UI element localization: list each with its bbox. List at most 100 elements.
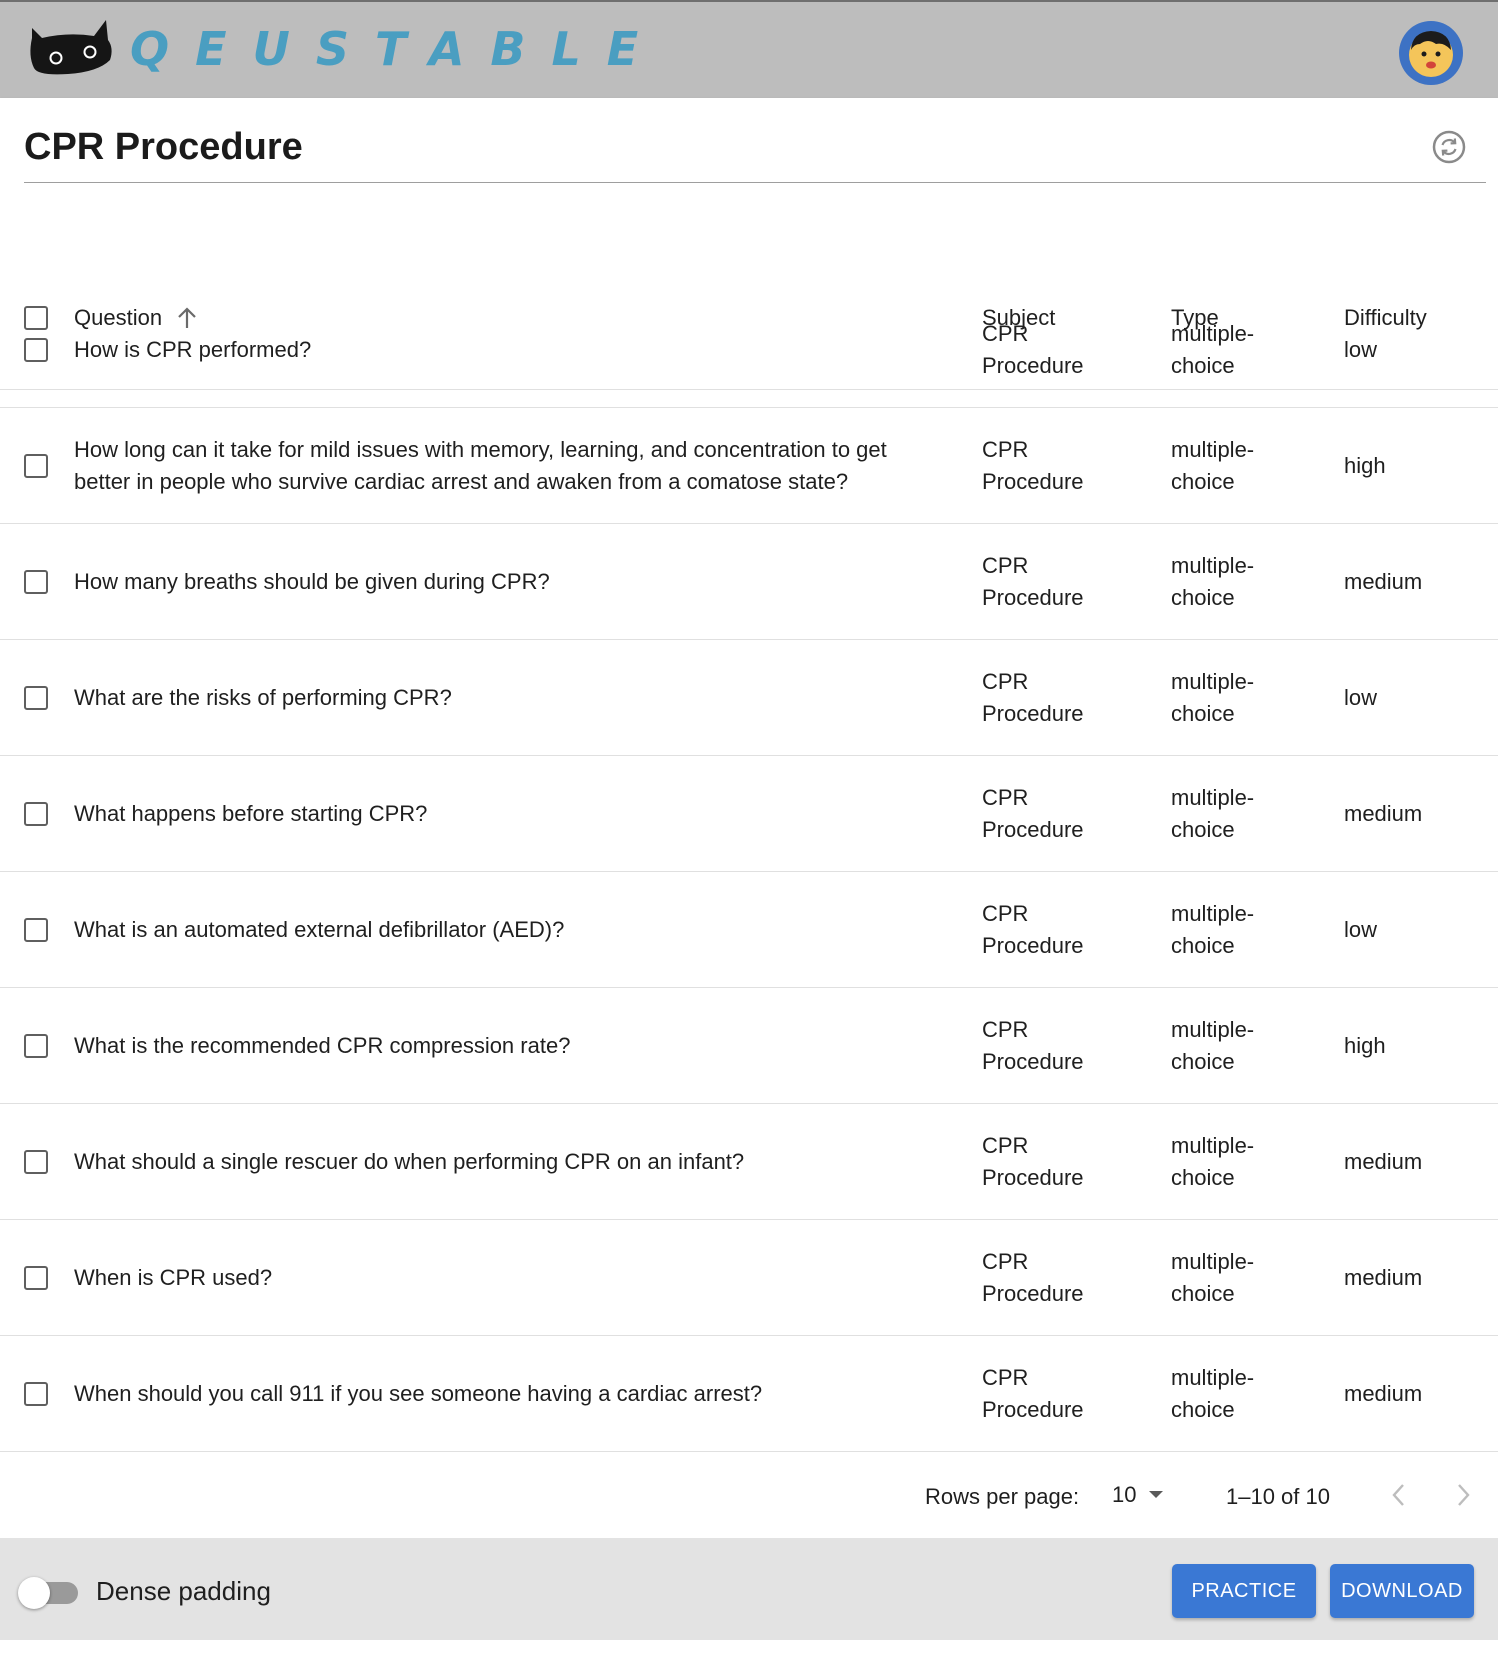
row-checkbox[interactable] — [24, 338, 48, 362]
type-cell-line: multiple- — [1171, 1133, 1255, 1158]
question-cell: What is the recommended CPR compression … — [74, 1030, 570, 1062]
table-row[interactable]: When should you call 911 if you see some… — [0, 1336, 1498, 1452]
table-row[interactable]: When is CPR used? CPR Procedure multiple-ch… — [0, 1220, 1498, 1336]
footer-bar: Dense padding PRACTICE DOWNLOAD — [0, 1538, 1498, 1640]
subject-cell-line: Procedure — [982, 469, 1084, 494]
subject-cell: CPR Procedure — [982, 1014, 1084, 1078]
rows-per-page-select[interactable]: 10 — [1110, 1478, 1172, 1512]
difficulty-cell-line: medium — [1344, 801, 1423, 826]
refresh-icon — [1432, 130, 1466, 164]
table-row[interactable]: What is an automated external defibrilla… — [0, 872, 1498, 988]
table-row[interactable]: How is CPR performed? CPR Procedure multipl… — [0, 292, 1498, 408]
difficulty-cell-line: medium — [1344, 1381, 1423, 1406]
difficulty-cell: low — [1344, 682, 1377, 714]
difficulty-cell: medium — [1344, 1146, 1422, 1178]
type-cell-line: choice — [1171, 1281, 1235, 1306]
subject-cell-line: Procedure — [982, 701, 1084, 726]
type-cell-line: choice — [1171, 701, 1235, 726]
chevron-left-icon[interactable] — [1388, 1482, 1410, 1508]
download-button[interactable]: DOWNLOAD — [1330, 1564, 1474, 1618]
question-cell: How long can it take for mild issues wit… — [74, 434, 887, 498]
row-checkbox[interactable] — [24, 1266, 48, 1290]
page-range-label: 1–10 of 10 — [1226, 1484, 1330, 1509]
subject-cell-line: CPR — [982, 1249, 1029, 1274]
user-avatar[interactable] — [1398, 20, 1464, 86]
type-cell: multiple-choice — [1171, 1246, 1254, 1310]
type-cell-line: multiple- — [1171, 321, 1255, 346]
table-row[interactable]: What is the recommended CPR compression … — [0, 988, 1498, 1104]
type-cell-line: choice — [1171, 1049, 1235, 1074]
question-cell: How is CPR performed? — [74, 334, 311, 366]
type-cell-line: choice — [1171, 585, 1235, 610]
chevron-right-icon[interactable] — [1452, 1482, 1474, 1508]
type-cell-line: multiple- — [1171, 1249, 1255, 1274]
table-row[interactable]: How long can it take for mild issues wit… — [0, 408, 1498, 524]
subject-cell-line: Procedure — [982, 1281, 1084, 1306]
row-checkbox[interactable] — [24, 454, 48, 478]
row-checkbox[interactable] — [24, 1150, 48, 1174]
subject-cell: CPR Procedure — [982, 898, 1084, 962]
caret-down-icon — [1149, 1491, 1163, 1498]
question-cell: How many breaths should be given during … — [74, 566, 550, 598]
type-cell: multiple-choice — [1171, 318, 1254, 382]
difficulty-cell: high — [1344, 450, 1386, 482]
question-cell: When should you call 911 if you see some… — [74, 1378, 762, 1410]
practice-button[interactable]: PRACTICE — [1172, 1564, 1316, 1618]
difficulty-cell-line: low — [1344, 917, 1378, 942]
user-avatar-icon — [1399, 21, 1463, 85]
question-cell: What happens before starting CPR? — [74, 798, 427, 830]
type-cell-line: multiple- — [1171, 553, 1255, 578]
type-cell: multiple-choice — [1171, 1130, 1254, 1194]
row-checkbox[interactable] — [24, 1034, 48, 1058]
subject-cell: CPR Procedure — [982, 666, 1084, 730]
question-cell-line: How long can it take for mild issues wit… — [74, 437, 887, 462]
subject-cell-line: Procedure — [982, 933, 1084, 958]
difficulty-cell-line: low — [1344, 685, 1378, 710]
rows-per-page-label: Rows per page: — [925, 1484, 1080, 1509]
difficulty-cell-line: high — [1344, 1033, 1386, 1058]
subject-cell-line: CPR — [982, 669, 1029, 694]
type-cell-line: multiple- — [1171, 669, 1255, 694]
question-cell-line: When should you call 911 if you see some… — [74, 1381, 763, 1406]
type-cell: multiple-choice — [1171, 1014, 1254, 1078]
subject-cell-line: Procedure — [982, 585, 1084, 610]
table-row[interactable]: What happens before starting CPR? CPR Proc… — [0, 756, 1498, 872]
difficulty-cell-line: high — [1344, 453, 1386, 478]
table-row[interactable]: What are the risks of performing CPR? CPR… — [0, 640, 1498, 756]
row-checkbox[interactable] — [24, 686, 48, 710]
row-checkbox[interactable] — [24, 1382, 48, 1406]
type-cell-line: choice — [1171, 817, 1235, 842]
subject-cell: CPR Procedure — [982, 1246, 1084, 1310]
page-title: CPR Procedure — [24, 126, 303, 168]
subject-cell: CPR Procedure — [982, 782, 1084, 846]
type-cell-line: choice — [1171, 353, 1235, 378]
type-cell-line: multiple- — [1171, 1017, 1255, 1042]
difficulty-cell: medium — [1344, 798, 1422, 830]
type-cell-line: choice — [1171, 1165, 1235, 1190]
subject-cell-line: CPR — [982, 321, 1029, 346]
app-logo[interactable]: QEUSTABLE — [28, 18, 664, 80]
table-row[interactable]: How many breaths should be given during … — [0, 524, 1498, 640]
row-checkbox[interactable] — [24, 802, 48, 826]
type-cell-line: multiple- — [1171, 1365, 1255, 1390]
question-cell-line: What are the risks of performing CPR? — [74, 685, 452, 710]
question-cell-line: When is CPR used? — [74, 1265, 273, 1290]
subject-cell-line: CPR — [982, 785, 1029, 810]
subject-cell-line: CPR — [982, 1017, 1029, 1042]
app-header: QEUSTABLE — [0, 0, 1498, 98]
table-row[interactable]: What should a single rescuer do when per… — [0, 1104, 1498, 1220]
dense-padding-label: Dense padding — [96, 1576, 271, 1606]
difficulty-cell: medium — [1344, 1378, 1422, 1410]
row-checkbox[interactable] — [24, 570, 48, 594]
subject-cell: CPR Procedure — [982, 434, 1084, 498]
subject-cell-line: Procedure — [982, 353, 1084, 378]
question-cell-line: How many breaths should be given during … — [74, 569, 550, 594]
refresh-button[interactable] — [1432, 130, 1466, 164]
cat-icon — [30, 20, 112, 75]
subject-cell: CPR Procedure — [982, 550, 1084, 614]
type-cell-line: multiple- — [1171, 901, 1255, 926]
toggle-knob[interactable] — [18, 1577, 50, 1609]
question-cell: When is CPR used? — [74, 1262, 272, 1294]
row-checkbox[interactable] — [24, 918, 48, 942]
type-cell-line: choice — [1171, 1397, 1235, 1422]
